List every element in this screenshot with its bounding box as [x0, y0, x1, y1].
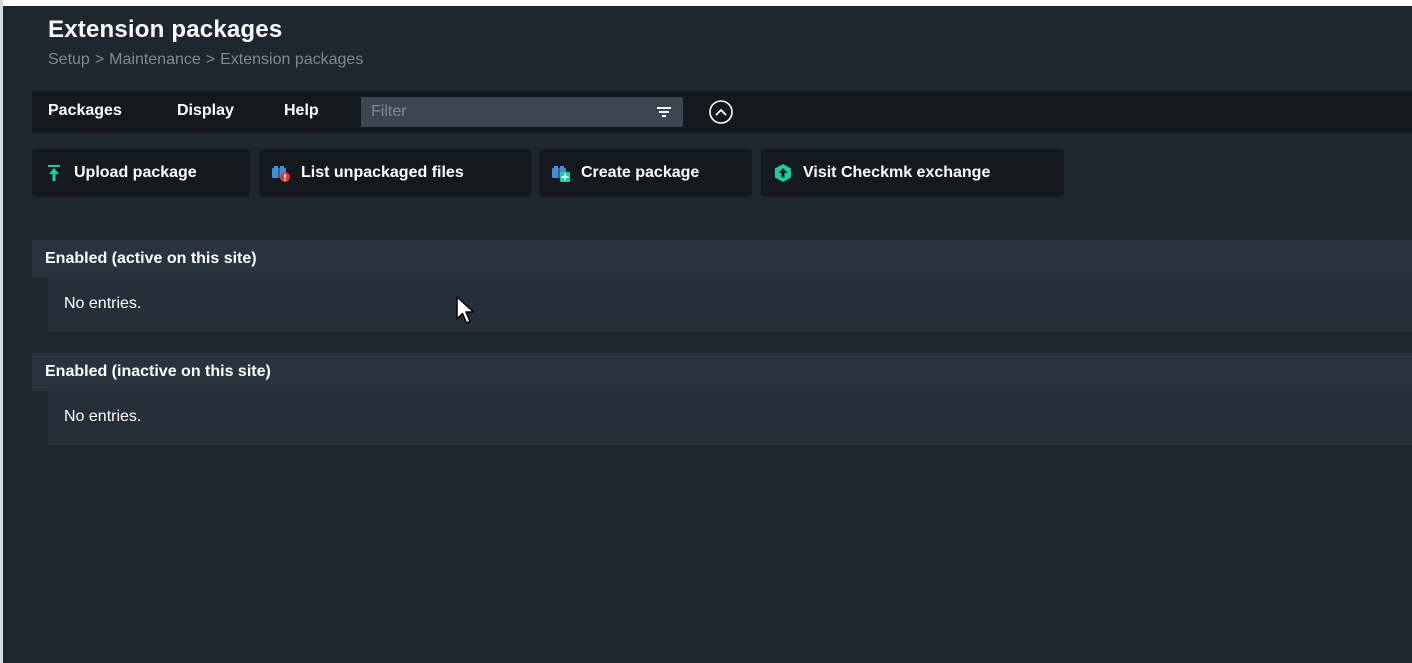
breadcrumb-separator: > [205, 51, 216, 68]
breadcrumb: Setup > Maintenance > Extension packages [48, 51, 363, 69]
breadcrumb-separator: > [94, 51, 105, 68]
upload-icon [48, 165, 60, 181]
list-unpackaged-files-button[interactable]: List unpackaged files [259, 149, 531, 197]
menu-help[interactable]: Help [284, 91, 319, 133]
chevron-up-circle-icon[interactable] [708, 99, 734, 125]
breadcrumb-item-maintenance[interactable]: Maintenance [109, 51, 201, 68]
upload-package-label: Upload package [74, 164, 197, 181]
filter-icon[interactable] [657, 106, 671, 118]
breadcrumb-item-setup[interactable]: Setup [48, 51, 90, 68]
breadcrumb-item-extension-packages[interactable]: Extension packages [220, 51, 363, 68]
create-package-label: Create package [581, 164, 700, 181]
create-package-icon [552, 166, 570, 182]
window-frame: Extension packages Setup > Maintenance > Ext… [0, 0, 1412, 663]
visit-checkmk-exchange-button[interactable]: Visit Checkmk exchange [761, 149, 1064, 197]
main-content: Extension packages Setup > Maintenance > Ext… [3, 6, 1412, 663]
menu-packages[interactable]: Packages [48, 91, 122, 133]
menu-display[interactable]: Display [177, 91, 234, 133]
section-header-enabled-inactive[interactable]: Enabled (inactive on this site) [32, 353, 1412, 391]
mouse-pointer-icon [456, 296, 475, 324]
page-title: Extension packages [48, 16, 283, 43]
checkmk-exchange-icon [775, 164, 791, 182]
list-unpackaged-files-label: List unpackaged files [301, 164, 464, 181]
section-body-enabled-inactive: No entries. [48, 391, 1412, 445]
visit-checkmk-exchange-label: Visit Checkmk exchange [803, 164, 991, 181]
page-menu-bar: Packages Display Help [32, 91, 1412, 133]
filter-input[interactable] [361, 97, 651, 127]
section-body-enabled-active: No entries. [48, 278, 1412, 332]
section-header-enabled-active[interactable]: Enabled (active on this site) [32, 240, 1412, 278]
upload-package-button[interactable]: Upload package [32, 149, 250, 197]
filter-field[interactable] [361, 97, 683, 127]
create-package-button[interactable]: Create package [539, 149, 752, 197]
unpackaged-files-icon [272, 166, 290, 182]
